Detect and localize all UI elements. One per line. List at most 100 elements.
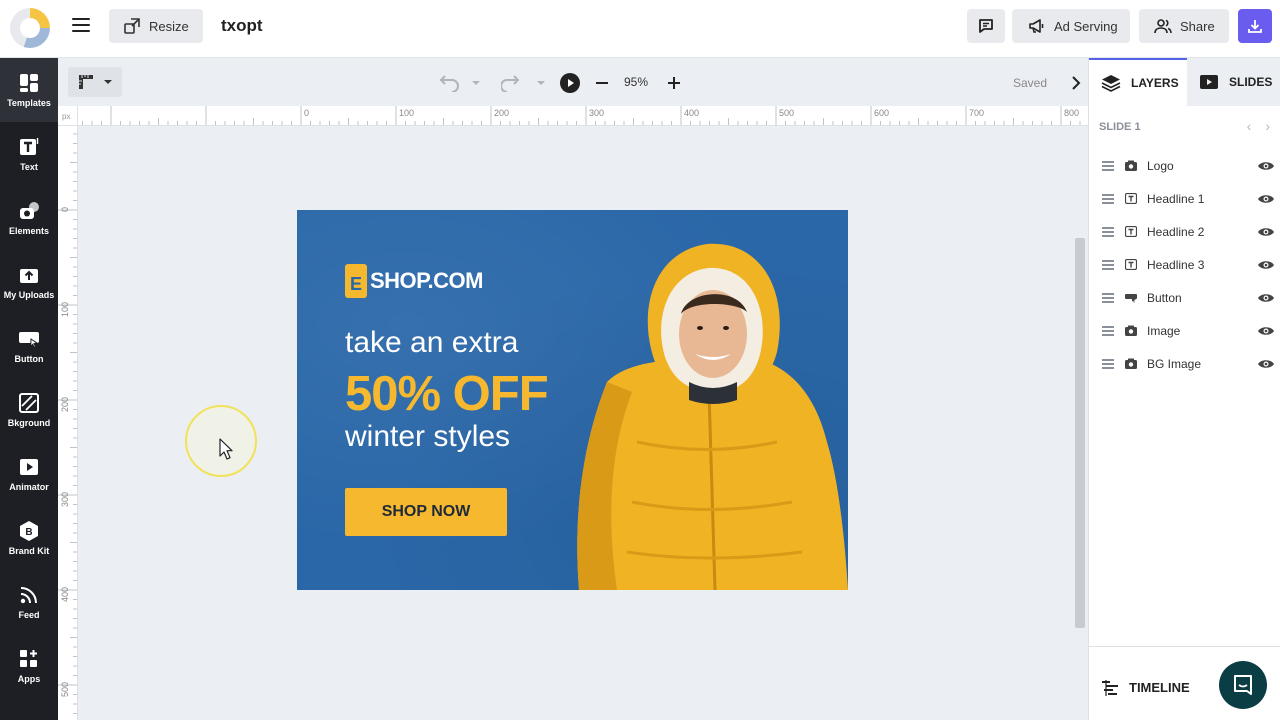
visibility-eye-icon[interactable]	[1257, 259, 1275, 271]
layer-name: Image	[1147, 324, 1181, 338]
button-layer-icon	[1125, 294, 1137, 303]
layer-row[interactable]: Headline 2	[1089, 215, 1280, 248]
download-icon	[1248, 20, 1262, 33]
ruler-label: 200	[494, 108, 509, 118]
layer-row[interactable]: Logo	[1089, 149, 1280, 182]
tab-layers[interactable]: LAYERS	[1089, 58, 1187, 106]
image-layer-icon	[1125, 160, 1137, 171]
layer-row[interactable]: Image	[1089, 314, 1280, 347]
ruler-label: 100	[399, 108, 414, 118]
layer-row[interactable]: Headline 1	[1089, 182, 1280, 215]
visibility-eye-icon[interactable]	[1257, 226, 1275, 238]
plus-icon	[668, 77, 680, 89]
sidebar-item-brand-kit[interactable]: B Brand Kit	[0, 506, 58, 570]
timeline-icon	[1102, 680, 1118, 696]
brand-logo[interactable]: E SHOP.COM	[345, 264, 483, 298]
play-icon	[560, 73, 580, 93]
sidebar-item-text[interactable]: Text	[0, 122, 58, 186]
sidebar-item-button[interactable]: Button	[0, 314, 58, 378]
layer-row[interactable]: Headline 3	[1089, 248, 1280, 281]
visibility-eye-icon[interactable]	[1257, 193, 1275, 205]
sidebar-item-label: Animator	[9, 482, 49, 492]
layer-row[interactable]: Button	[1089, 281, 1280, 314]
app-logo[interactable]	[10, 8, 50, 48]
text-icon	[20, 138, 39, 155]
drag-handle-icon[interactable]	[1102, 227, 1114, 239]
drag-handle-icon[interactable]	[1102, 326, 1114, 338]
menu-icon[interactable]	[72, 18, 90, 34]
animator-icon	[20, 459, 38, 475]
text-layer-icon	[1125, 259, 1137, 270]
visibility-eye-icon[interactable]	[1257, 325, 1275, 337]
vertical-ruler: 0 100 200 300 400 500	[58, 126, 78, 720]
tab-slides[interactable]: SLIDES	[1187, 58, 1280, 106]
elements-icon	[20, 202, 39, 219]
chevron-right-icon[interactable]: ›	[1265, 118, 1270, 134]
shopping-tag-icon: E	[345, 264, 367, 298]
zoom-in-button[interactable]	[666, 73, 682, 93]
headline-2[interactable]: 50% OFF	[345, 366, 549, 422]
layer-row[interactable]: BG Image	[1089, 347, 1280, 380]
redo-button[interactable]	[501, 72, 549, 92]
visibility-eye-icon[interactable]	[1257, 160, 1275, 172]
sidebar-item-background[interactable]: Bkground	[0, 378, 58, 442]
collapse-panel-button[interactable]	[1068, 73, 1084, 93]
chevron-left-icon[interactable]: ‹	[1247, 118, 1252, 134]
left-sidebar: Templates Text Elements My Uploads Butto…	[0, 58, 58, 720]
sidebar-item-my-uploads[interactable]: My Uploads	[0, 250, 58, 314]
play-button[interactable]	[560, 73, 580, 93]
sidebar-item-animator[interactable]: Animator	[0, 442, 58, 506]
resize-icon	[124, 18, 140, 34]
visibility-eye-icon[interactable]	[1257, 292, 1275, 304]
undo-icon	[439, 75, 480, 92]
sidebar-item-templates[interactable]: Templates	[0, 58, 58, 122]
ruler-label: 200	[60, 397, 70, 412]
drag-handle-icon[interactable]	[1102, 260, 1114, 272]
sidebar-item-label: Feed	[18, 610, 40, 620]
document-title[interactable]: txopt	[221, 16, 263, 36]
tab-slides-label: SLIDES	[1229, 75, 1273, 89]
canvas-scrollbar[interactable]	[1075, 238, 1085, 628]
sidebar-item-apps[interactable]: Apps	[0, 634, 58, 698]
share-button[interactable]: Share	[1139, 9, 1229, 43]
layers-icon	[1101, 75, 1121, 92]
zoom-level[interactable]: 95%	[624, 75, 648, 89]
drag-handle-icon[interactable]	[1102, 293, 1114, 305]
comments-button[interactable]	[967, 9, 1005, 43]
undo-button[interactable]	[436, 72, 484, 92]
visibility-eye-icon[interactable]	[1257, 358, 1275, 370]
text-layer-icon	[1125, 226, 1137, 237]
ad-serving-button[interactable]: Ad Serving	[1012, 9, 1130, 43]
image-layer-icon	[1125, 325, 1137, 336]
ruler-label: 800	[1064, 108, 1079, 118]
users-icon	[1154, 19, 1172, 34]
horizontal-ruler: 0 100 200 300 400 500 600 700 800	[78, 106, 1088, 126]
timeline-label: TIMELINE	[1129, 680, 1190, 695]
ruler-label: 700	[969, 108, 984, 118]
layer-name: Headline 1	[1147, 192, 1205, 206]
chat-button[interactable]	[1219, 661, 1267, 709]
model-image[interactable]	[577, 242, 848, 590]
sidebar-item-elements[interactable]: Elements	[0, 186, 58, 250]
ruler-toggle-button[interactable]	[68, 67, 122, 97]
zoom-out-button[interactable]	[594, 73, 610, 93]
shop-now-button[interactable]: SHOP NOW	[345, 488, 507, 536]
sidebar-item-label: Brand Kit	[8, 546, 50, 556]
ad-banner[interactable]: E SHOP.COM take an extra 50% OFF winter …	[297, 210, 848, 590]
download-button[interactable]	[1238, 9, 1272, 43]
save-status: Saved	[1013, 76, 1048, 90]
drag-handle-icon[interactable]	[1102, 194, 1114, 206]
drag-handle-icon[interactable]	[1102, 359, 1114, 371]
ruler-unit: px	[58, 106, 78, 126]
vertical-ruler-ticks: 0 100 200 300 400 500	[58, 133, 77, 714]
sidebar-item-feed[interactable]: Feed	[0, 570, 58, 634]
slide-header: SLIDE 1	[1099, 121, 1141, 133]
headline-3[interactable]: winter styles	[345, 420, 510, 454]
top-bar: Resize txopt Ad Serving Share	[0, 0, 1280, 58]
resize-button[interactable]: Resize	[109, 9, 203, 43]
headline-1[interactable]: take an extra	[345, 326, 518, 360]
mouse-cursor-icon	[219, 438, 233, 460]
feed-icon	[20, 587, 37, 604]
drag-handle-icon[interactable]	[1102, 161, 1114, 173]
brand-kit-icon: B	[20, 521, 38, 541]
